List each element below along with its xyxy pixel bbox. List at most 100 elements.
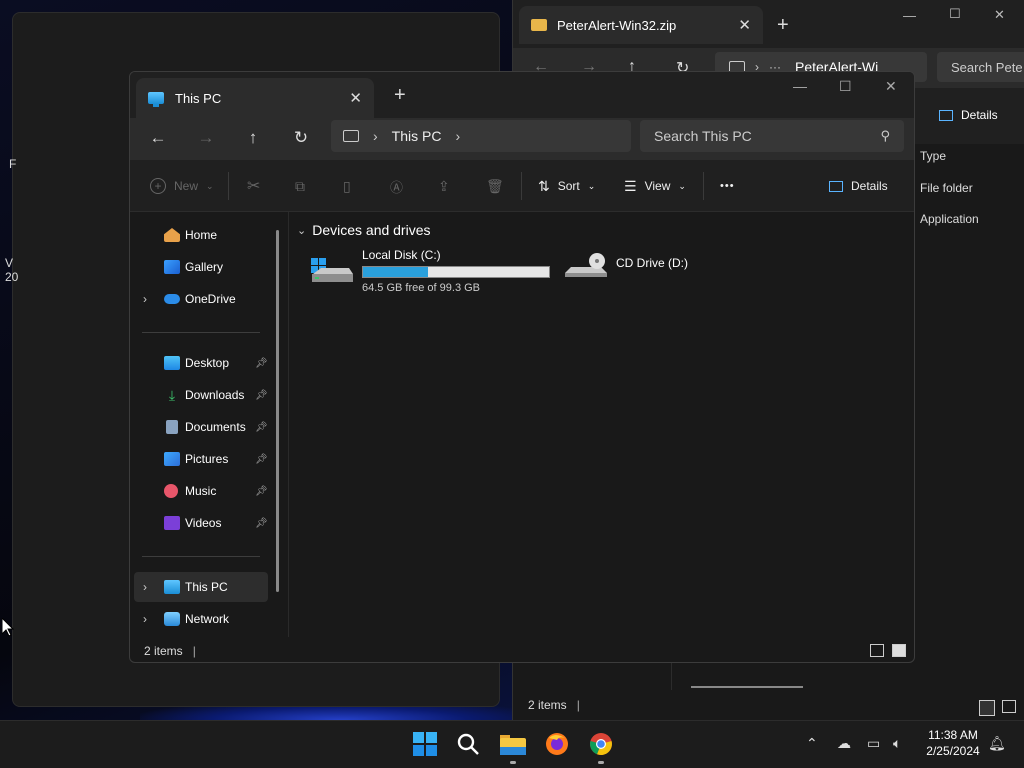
maximize-icon[interactable]: ☐ xyxy=(949,6,961,22)
pin-icon[interactable]: 📌︎ xyxy=(255,422,268,433)
maximize-icon[interactable]: ☐ xyxy=(839,78,852,95)
back-status-bar: 2 items | xyxy=(513,690,1024,720)
search-icon: ⚲ xyxy=(880,128,890,143)
drive-c[interactable]: Local Disk (C:) 64.5 GB free of 99.3 GB xyxy=(311,248,556,296)
pin-icon[interactable]: 📌︎ xyxy=(255,390,268,401)
start-icon[interactable] xyxy=(412,731,438,757)
chrome-icon[interactable] xyxy=(588,731,614,757)
share-icon[interactable]: ⇪ xyxy=(438,160,450,212)
close-tab-icon[interactable]: ✕ xyxy=(349,91,362,106)
search-icon[interactable] xyxy=(455,731,481,757)
chevron-right-icon[interactable]: › xyxy=(143,292,147,306)
volume-muted-icon[interactable]: 🔈︎ xyxy=(893,735,901,752)
this-pc-window[interactable]: This PC ✕ + — ☐ ✕ ← → ↑ ↻ › This PC › Se… xyxy=(129,71,915,663)
cut-icon[interactable]: ✂ xyxy=(247,160,260,212)
new-button[interactable]: + New ⌄ xyxy=(150,160,214,212)
sidebar-item-videos[interactable]: Videos 📌︎ xyxy=(134,508,268,538)
chevron-down-icon[interactable]: ⌄ xyxy=(297,224,306,237)
sidebar-item-label: Music xyxy=(185,484,217,498)
view-button[interactable]: ☰ View ⌄ xyxy=(624,160,686,212)
sort-button[interactable]: ⇅ Sort ⌄ xyxy=(538,160,595,212)
refresh-icon[interactable]: ↻ xyxy=(289,126,313,150)
status-separator: | xyxy=(192,643,196,658)
mouse-cursor-icon xyxy=(2,618,14,636)
tiles-view-icon[interactable] xyxy=(892,644,906,657)
pin-icon[interactable]: 📌︎ xyxy=(255,518,268,529)
back-details-label: Details xyxy=(961,108,998,122)
back-arrow-icon[interactable]: ← xyxy=(146,126,170,150)
chevron-right-icon[interactable]: › xyxy=(143,580,147,594)
details-pane-icon xyxy=(939,109,953,121)
sidebar-item-gallery[interactable]: Gallery xyxy=(134,252,268,282)
close-window-icon[interactable]: ✕ xyxy=(994,7,1005,23)
sidebar-item-network[interactable]: › Network xyxy=(134,604,268,634)
network-icon xyxy=(164,612,180,626)
onedrive-offline-icon[interactable]: ☁ xyxy=(837,735,851,752)
tiles-view-icon[interactable] xyxy=(1002,700,1016,713)
details-button[interactable]: Details xyxy=(829,160,888,212)
details-view-icon[interactable] xyxy=(979,700,995,716)
devices-group-header[interactable]: ⌄ Devices and drives xyxy=(297,222,431,238)
sidebar-item-label: Documents xyxy=(185,420,246,434)
minimize-icon[interactable]: — xyxy=(903,8,916,23)
clock-date: 2/25/2024 xyxy=(926,744,980,758)
copy-icon[interactable]: ⧉ xyxy=(295,160,305,212)
sort-label: Sort xyxy=(557,179,580,193)
network-icon[interactable]: ▭ xyxy=(867,735,880,752)
close-icon[interactable]: ✕ xyxy=(738,18,751,33)
up-arrow-icon[interactable]: ↑ xyxy=(241,126,265,150)
music-icon xyxy=(164,484,178,498)
sidebar-item-downloads[interactable]: ⤓ Downloads 📌︎ xyxy=(134,380,268,410)
close-window-icon[interactable]: ✕ xyxy=(885,78,897,95)
chevron-up-icon[interactable]: ⌃ xyxy=(806,735,818,752)
notification-bell-icon[interactable]: 🔔︎ xyxy=(988,735,1006,752)
running-indicator xyxy=(598,761,604,764)
sidebar-scrollbar[interactable] xyxy=(276,230,279,592)
sidebar-item-documents[interactable]: Documents 📌︎ xyxy=(134,412,268,442)
pin-icon[interactable]: 📌︎ xyxy=(255,486,268,497)
sidebar-item-label: Videos xyxy=(185,516,222,530)
breadcrumb-item[interactable]: This PC xyxy=(392,128,442,144)
type-cell: File folder xyxy=(920,181,973,195)
file-explorer-icon[interactable] xyxy=(500,731,526,757)
back-details-button[interactable]: Details xyxy=(939,108,998,122)
pin-icon[interactable]: 📌︎ xyxy=(255,358,268,369)
rename-icon[interactable]: Ⓐ xyxy=(390,160,403,212)
running-indicator xyxy=(510,761,516,764)
sidebar-item-home[interactable]: Home xyxy=(134,220,268,250)
sidebar-item-pictures[interactable]: Pictures 📌︎ xyxy=(134,444,268,474)
new-tab-icon[interactable]: + xyxy=(394,84,406,107)
drive-name: CD Drive (D:) xyxy=(616,256,688,270)
navigation-bar: ← → ↑ ↻ › This PC › Search This PC ⚲ xyxy=(130,118,914,160)
sidebar-item-this-pc[interactable]: › This PC xyxy=(134,572,268,602)
divider xyxy=(142,556,260,557)
this-pc-tab[interactable]: This PC ✕ xyxy=(136,78,374,118)
new-tab-icon[interactable]: + xyxy=(777,14,789,37)
drive-d[interactable]: CD Drive (D:) xyxy=(565,248,695,296)
minimize-icon[interactable]: — xyxy=(793,78,807,94)
chevron-right-icon[interactable]: › xyxy=(373,128,378,144)
more-options-icon[interactable]: ••• xyxy=(720,160,735,212)
search-input[interactable]: Search This PC ⚲ xyxy=(640,120,904,152)
sidebar-item-label: Home xyxy=(185,228,218,242)
disk-usage-bar xyxy=(362,266,550,278)
breadcrumb[interactable]: › This PC › xyxy=(331,120,631,152)
sidebar-item-desktop[interactable]: Desktop 📌︎ xyxy=(134,348,268,378)
back-search-input[interactable]: Search Pete xyxy=(937,52,1024,82)
clock[interactable]: 11:38 AM 2/25/2024 xyxy=(918,727,988,759)
firefox-icon[interactable] xyxy=(544,731,570,757)
sidebar-item-onedrive[interactable]: › OneDrive xyxy=(134,284,268,314)
this-pc-icon xyxy=(148,92,164,107)
back-tab[interactable]: PeterAlert-Win32.zip ✕ xyxy=(519,6,763,44)
horizontal-scrollbar[interactable] xyxy=(691,686,803,688)
paste-icon[interactable]: ▯ xyxy=(343,160,351,212)
sidebar-item-music[interactable]: Music 📌︎ xyxy=(134,476,268,506)
details-view-icon[interactable] xyxy=(870,644,884,657)
forward-arrow-icon[interactable]: → xyxy=(194,126,218,150)
type-column-header[interactable]: Type xyxy=(920,149,946,163)
chevron-right-icon[interactable]: › xyxy=(455,128,460,144)
delete-icon[interactable]: 🗑︎ xyxy=(486,160,504,212)
desktop-text-fragment: V xyxy=(5,256,14,270)
chevron-right-icon[interactable]: › xyxy=(143,612,147,626)
pin-icon[interactable]: 📌︎ xyxy=(255,454,268,465)
